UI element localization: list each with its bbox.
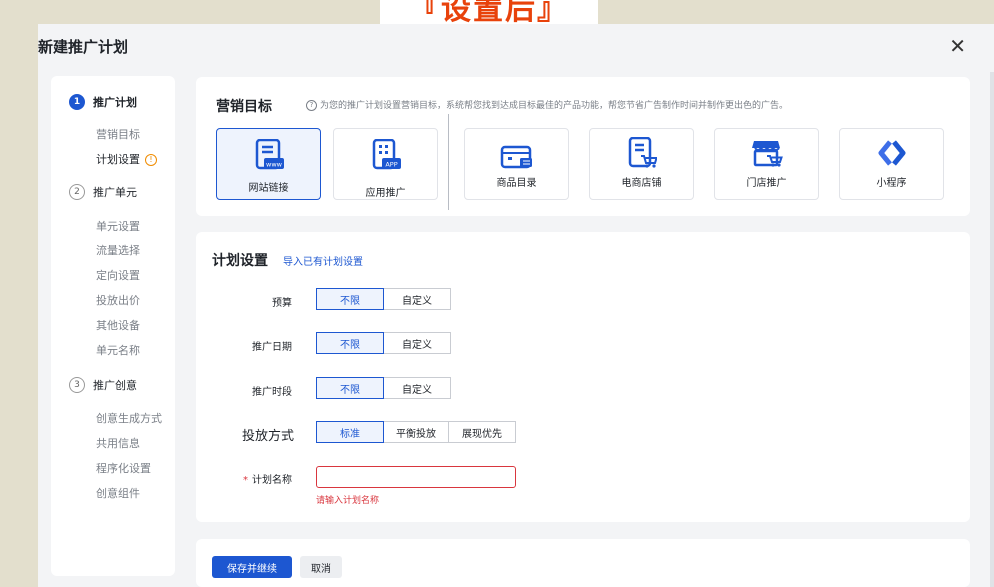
period-unlimited-option[interactable]: 不限 (316, 377, 384, 399)
badge-text: www (266, 161, 283, 169)
nav-item-unit-settings[interactable]: 单元设置 (96, 218, 140, 234)
delivery-label: 投放方式 (241, 429, 294, 444)
save-continue-button[interactable]: 保存并继续 (212, 556, 292, 578)
date-options: 不限 自定义 (316, 332, 451, 354)
plan-settings-card: 计划设置 导入已有计划设置 (196, 232, 970, 522)
nav-item-creative-components[interactable]: 创意组件 (96, 485, 140, 501)
goal-title: 营销目标 (216, 99, 272, 115)
new-plan-dialog: 新建推广计划 ✕ 1 推广计划 营销目标 计划设置! 2 推广单元 单元设置 流… (38, 24, 994, 587)
goal-app-promotion[interactable]: APP 应用推广 (333, 128, 438, 200)
date-custom-option[interactable]: 自定义 (383, 332, 451, 354)
goal-label: 网站链接 (248, 183, 289, 194)
plan-name-label-text: 计划名称 (252, 475, 292, 486)
goal-hint-text: 为您的推广计划设置营销目标，系统帮您找到达成目标最佳的产品功能，帮您节省广告制作… (320, 101, 789, 111)
nav-item-marketing-goal[interactable]: 营销目标 (96, 126, 140, 142)
step-label: 推广创意 (93, 379, 137, 392)
app-promotion-icon: APP (372, 139, 401, 170)
nav-item-targeting[interactable]: 定向设置 (96, 267, 140, 283)
goal-divider (448, 114, 449, 210)
goal-label: 电商店铺 (621, 178, 662, 189)
period-options: 不限 自定义 (316, 377, 451, 399)
step-creative[interactable]: 3 推广创意 (69, 377, 137, 393)
goal-hint: ? 为您的推广计划设置营销目标，系统帮您找到达成目标最佳的产品功能，帮您节省广告制… (306, 98, 788, 111)
nav-item-creative-method[interactable]: 创意生成方式 (96, 410, 162, 426)
import-plan-link[interactable]: 导入已有计划设置 (283, 253, 363, 268)
step-label: 推广计划 (93, 96, 137, 109)
close-icon[interactable]: ✕ (949, 34, 966, 58)
step-number: 2 (69, 184, 85, 200)
goal-label: 商品目录 (496, 178, 537, 189)
marketing-goal-card: 营销目标 ? 为您的推广计划设置营销目标，系统帮您找到达成目标最佳的产品功能，帮您… (196, 77, 970, 216)
banner-text: 『设置后』 (409, 0, 569, 24)
plan-name-input[interactable] (316, 466, 516, 488)
goal-label: 应用推广 (365, 188, 406, 199)
scrollbar[interactable] (990, 72, 994, 587)
overlay-banner: 『设置后』 (380, 0, 598, 24)
delivery-balanced-option[interactable]: 平衡投放 (383, 421, 449, 443)
step-label: 推广单元 (93, 186, 137, 199)
nav-item-programmatic[interactable]: 程序化设置 (96, 460, 151, 476)
mini-program-icon (878, 140, 905, 166)
goal-label: 小程序 (876, 178, 907, 189)
plan-settings-title: 计划设置 (212, 253, 268, 269)
nav-item-other[interactable]: 其他设备 (96, 317, 140, 333)
nav-item-traffic[interactable]: 流量选择 (96, 242, 140, 258)
date-unlimited-option[interactable]: 不限 (316, 332, 384, 354)
step-number: 1 (69, 94, 85, 110)
dialog-header: 新建推广计划 ✕ (38, 24, 994, 72)
nav-item-bidding[interactable]: 投放出价 (96, 292, 140, 308)
step-number: 3 (69, 377, 85, 393)
store-promotion-icon (751, 141, 783, 167)
required-mark: * (243, 475, 248, 486)
nav-item-label: 计划设置 (96, 153, 140, 166)
delivery-exposure-option[interactable]: 展现优先 (448, 421, 516, 443)
goal-website-link[interactable]: www 网站链接 (216, 128, 321, 200)
step-plan[interactable]: 1 推广计划 (69, 94, 137, 110)
budget-label: 预算 (272, 298, 292, 309)
website-link-icon: www (255, 139, 284, 170)
nav-item-shared-info[interactable]: 共用信息 (96, 435, 140, 451)
help-icon: ? (306, 100, 317, 111)
period-custom-option[interactable]: 自定义 (383, 377, 451, 399)
plan-name-label: * 计划名称 (222, 471, 292, 486)
budget-custom-option[interactable]: 自定义 (383, 288, 451, 310)
budget-options: 不限 自定义 (316, 288, 451, 310)
date-label: 推广日期 (252, 342, 292, 353)
badge-text: APP (385, 161, 397, 169)
delivery-standard-option[interactable]: 标准 (316, 421, 384, 443)
goal-label: 门店推广 (746, 178, 787, 189)
step-unit[interactable]: 2 推广单元 (69, 184, 137, 200)
nav-item-plan-settings[interactable]: 计划设置! (96, 151, 157, 167)
goal-product-catalog[interactable]: 商品目录 (464, 128, 569, 200)
ecommerce-store-icon (628, 137, 657, 168)
plan-name-error: 请输入计划名称 (316, 496, 380, 506)
product-catalog-icon (500, 145, 532, 169)
goal-ecommerce-store[interactable]: 电商店铺 (589, 128, 694, 200)
goal-mini-program[interactable]: 小程序 (839, 128, 944, 200)
delivery-options: 标准 平衡投放 展现优先 (316, 421, 516, 443)
goal-store-promotion[interactable]: 门店推广 (714, 128, 819, 200)
dialog-title: 新建推广计划 (38, 38, 129, 56)
cancel-button[interactable]: 取消 (300, 556, 342, 578)
warning-icon: ! (145, 154, 157, 166)
nav-item-unit-name[interactable]: 单元名称 (96, 342, 140, 358)
step-nav: 1 推广计划 营销目标 计划设置! 2 推广单元 单元设置 流量选择 定向设置 … (51, 76, 175, 576)
budget-unlimited-option[interactable]: 不限 (316, 288, 384, 310)
period-label: 推广时段 (252, 387, 292, 398)
